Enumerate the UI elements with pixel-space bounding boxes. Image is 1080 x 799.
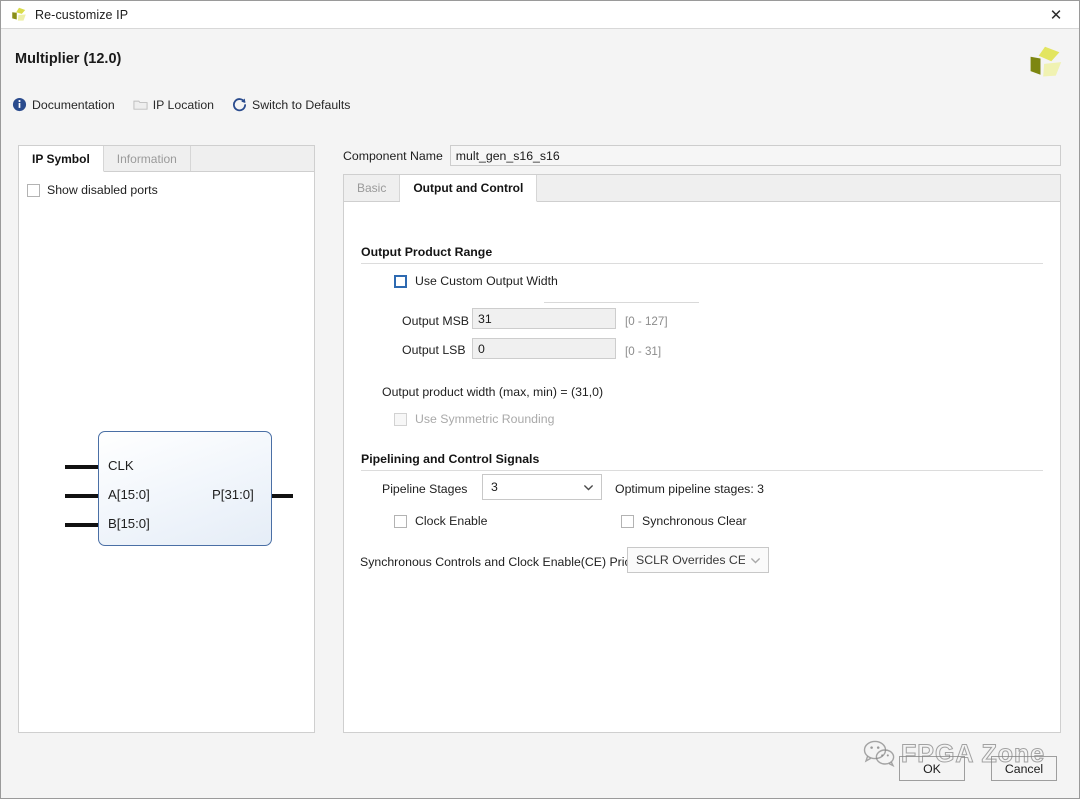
component-name-input[interactable]: [449, 145, 1061, 166]
dialog-header: Multiplier (12.0) Documentation IP Locat…: [1, 29, 1079, 121]
tab-information[interactable]: Information: [103, 146, 191, 171]
output-lsb-input[interactable]: [472, 338, 616, 359]
ok-button[interactable]: OK: [899, 756, 965, 781]
tab-basic[interactable]: Basic: [344, 175, 401, 201]
use-symmetric-rounding-checkbox[interactable]: Use Symmetric Rounding: [386, 412, 554, 426]
checkbox-box: [394, 274, 407, 288]
use-custom-output-width-label: Use Custom Output Width: [415, 274, 558, 288]
port-label-b: B[15:0]: [108, 516, 150, 531]
pipeline-stages-value: 3: [491, 480, 498, 494]
field-group-divider: [544, 302, 699, 303]
checkbox-box: [394, 412, 407, 426]
config-body: Output Product Range Use Custom Output W…: [344, 202, 1060, 732]
section-pipelining-and-control-signals: Pipelining and Control Signals: [361, 452, 540, 466]
cancel-button[interactable]: Cancel: [991, 756, 1057, 781]
clock-enable-label: Clock Enable: [415, 514, 488, 528]
info-icon: [12, 97, 27, 112]
output-msb-label: Output MSB: [402, 314, 469, 328]
checkbox-box: [394, 514, 407, 528]
output-msb-input[interactable]: [472, 308, 616, 329]
section-output-product-range: Output Product Range: [361, 245, 493, 259]
section-divider: [361, 470, 1043, 471]
toolbar-label-documentation: Documentation: [32, 97, 115, 112]
ip-symbol-panel: IP Symbol Information Show disabled port…: [18, 145, 315, 733]
toolbar-item-ip-location[interactable]: IP Location: [133, 97, 214, 112]
toolbar-label-switch-to-defaults: Switch to Defaults: [252, 97, 351, 112]
ip-symbol-diagram: CLK A[15:0] B[15:0] P[31:0]: [65, 431, 293, 551]
show-disabled-ports-label: Show disabled ports: [47, 183, 158, 197]
config-tabs: Basic Output and Control: [344, 175, 1060, 202]
component-name-row: Component Name: [343, 145, 1061, 166]
output-lsb-range: [0 - 31]: [625, 345, 662, 358]
pin-p: [272, 494, 293, 498]
port-label-clk: CLK: [108, 458, 134, 473]
pin-a: [65, 494, 98, 498]
page-title: Multiplier (12.0): [15, 51, 122, 67]
use-custom-output-width-checkbox[interactable]: Use Custom Output Width: [386, 274, 558, 288]
pin-clk: [65, 465, 98, 469]
sync-controls-priority-label: Synchronous Controls and Clock Enable(CE…: [360, 555, 648, 569]
show-disabled-ports-checkbox[interactable]: Show disabled ports: [27, 183, 158, 197]
output-lsb-label: Output LSB: [402, 343, 466, 357]
wechat-icon: [863, 740, 895, 768]
tab-filler: [190, 146, 314, 171]
output-msb-range: [0 - 127]: [625, 315, 668, 328]
left-panel-tabs: IP Symbol Information: [19, 146, 314, 172]
tab-ip-symbol[interactable]: IP Symbol: [19, 146, 104, 172]
component-name-label: Component Name: [343, 148, 443, 163]
optimum-pipeline-stages-note: Optimum pipeline stages: 3: [615, 482, 765, 496]
window-title: Re-customize IP: [35, 7, 129, 22]
ip-symbol-body: Show disabled ports CLK A[15:0] B[15:0] …: [19, 172, 314, 732]
xilinx-pinwheel-logo: [1030, 46, 1062, 77]
synchronous-clear-label: Synchronous Clear: [642, 514, 747, 528]
xilinx-logo-icon: [12, 7, 26, 21]
port-label-p: P[31:0]: [212, 487, 254, 502]
toolbar-item-switch-to-defaults[interactable]: Switch to Defaults: [232, 97, 350, 112]
checkbox-box: [27, 183, 40, 197]
section-divider: [361, 263, 1043, 264]
close-icon[interactable]: ✕: [1033, 1, 1079, 28]
folder-icon: [133, 100, 148, 110]
clock-enable-checkbox[interactable]: Clock Enable: [386, 514, 487, 528]
chevron-down-icon: [751, 557, 760, 564]
tab-output-and-control[interactable]: Output and Control: [400, 175, 538, 202]
use-symmetric-rounding-label: Use Symmetric Rounding: [415, 412, 555, 426]
toolbar-label-ip-location: IP Location: [152, 97, 215, 112]
port-label-a: A[15:0]: [108, 487, 150, 502]
chevron-down-icon: [584, 484, 593, 491]
tab-filler: [537, 175, 1060, 201]
output-product-width-summary: Output product width (max, min) = (31,0): [382, 385, 604, 399]
toolbar: Documentation IP Location Switch to Defa…: [12, 97, 368, 112]
config-panel: Basic Output and Control Output Product …: [343, 174, 1061, 733]
sync-controls-priority-select[interactable]: SCLR Overrides CE: [627, 547, 769, 573]
toolbar-item-documentation[interactable]: Documentation: [12, 97, 115, 112]
pipeline-stages-select[interactable]: 3: [482, 474, 602, 500]
title-bar: Re-customize IP ✕: [1, 1, 1079, 29]
pin-b: [65, 523, 98, 527]
checkbox-box: [621, 514, 634, 528]
pipeline-stages-label: Pipeline Stages: [382, 482, 468, 496]
sync-controls-priority-value: SCLR Overrides CE: [636, 553, 745, 567]
synchronous-clear-checkbox[interactable]: Synchronous Clear: [613, 514, 747, 528]
recustomize-ip-dialog: Re-customize IP ✕ Multiplier (12.0) Docu…: [0, 0, 1080, 799]
refresh-icon: [233, 98, 247, 112]
